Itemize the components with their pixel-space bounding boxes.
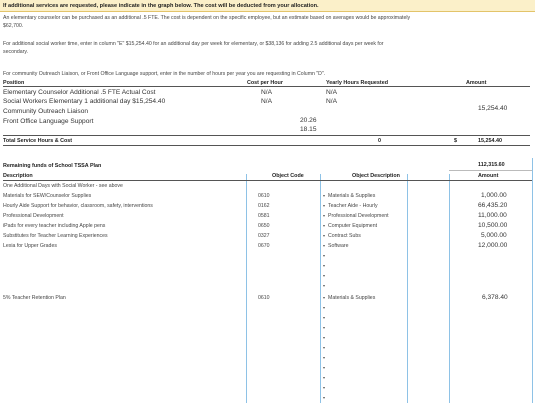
chevron-down-icon[interactable] (323, 317, 325, 319)
counselor-instructions-line1: An elementary counselor can be purchased… (3, 15, 411, 21)
total-top-border (3, 135, 530, 136)
service-hours[interactable]: N/A (326, 98, 337, 105)
plan-row-object-description[interactable]: Teacher Aide - Hourly (328, 203, 378, 209)
plan-table: Remaining funds of School TSSA Plan 112,… (0, 158, 535, 403)
chevron-down-icon[interactable] (323, 357, 325, 359)
service-cost: N/A (261, 98, 272, 105)
service-hours[interactable]: N/A (326, 89, 337, 96)
services-header-underline (3, 86, 530, 87)
hours-column-header: Yearly Hours Requested (326, 80, 389, 86)
service-position: Front Office Language Support (3, 118, 94, 125)
chevron-down-icon[interactable] (323, 225, 325, 227)
chevron-down-icon[interactable] (323, 255, 325, 257)
grid-line (449, 174, 450, 403)
chevron-down-icon[interactable] (323, 235, 325, 237)
service-cost: 18.15 (300, 126, 317, 133)
retention-description[interactable]: 5% Teacher Retention Plan (3, 295, 66, 301)
plan-row-description[interactable]: Substitutes for Teacher Learning Experie… (3, 233, 108, 239)
plan-row-amount[interactable]: 1,000.00 (481, 192, 507, 199)
social-worker-note: One Additional Days with Social Worker -… (3, 183, 123, 189)
plan-row-amount[interactable]: 66,435.20 (478, 202, 507, 209)
grid-line (532, 158, 533, 403)
liaison-instructions: For community Outreach Liaison, or Front… (3, 71, 326, 77)
plan-row-object-code[interactable]: 0650 (258, 223, 270, 229)
chevron-down-icon[interactable] (323, 205, 325, 207)
total-label: Total Service Hours & Cost (3, 138, 73, 144)
position-column-header: Position (3, 80, 25, 86)
description-column-header: Description (3, 173, 33, 179)
plan-row-description[interactable]: iPads for every teacher including Apple … (3, 223, 105, 229)
plan-row-object-code[interactable]: 0610 (258, 193, 270, 199)
chevron-down-icon[interactable] (323, 195, 325, 197)
services-table: Position Cost per Hour Yearly Hours Requ… (0, 80, 535, 150)
service-position: Community Outreach Liaison (3, 108, 89, 115)
total-hours: 0 (378, 138, 381, 144)
plan-row-object-description[interactable]: Software (328, 243, 348, 249)
plan-row-object-description[interactable]: Materials & Supplies (328, 193, 375, 199)
chevron-down-icon[interactable] (323, 297, 325, 299)
chevron-down-icon[interactable] (323, 265, 325, 267)
plan-row-object-code[interactable]: 0581 (258, 213, 270, 219)
service-cost: N/A (261, 89, 272, 96)
retention-object-description[interactable]: Materials & Supplies (328, 295, 375, 301)
notice-banner: If additional services are requested, pl… (0, 0, 535, 12)
plan-header-underline (3, 180, 532, 181)
plan-row-description[interactable]: Professional Development (3, 213, 64, 219)
retention-object-code[interactable]: 0610 (258, 295, 270, 301)
plan-row-description[interactable]: Lexia for Upper Grades (3, 243, 57, 249)
amount-column-header: Amount (478, 173, 499, 179)
social-worker-instructions: For additional social worker time, enter… (3, 41, 530, 56)
chevron-down-icon[interactable] (323, 337, 325, 339)
chevron-down-icon[interactable] (323, 307, 325, 309)
grid-line (407, 174, 408, 403)
counselor-instructions-line2: $62,700. (3, 22, 24, 29)
chevron-down-icon[interactable] (323, 397, 325, 399)
service-position: Social Workers Elementary 1 additional d… (3, 98, 166, 105)
service-position: Elementary Counselor Additional .5 FTE A… (3, 89, 156, 96)
social-worker-instructions-line1: For additional social worker time, enter… (3, 41, 384, 47)
plan-row-amount[interactable]: 11,000.00 (478, 212, 507, 219)
plan-row-object-description[interactable]: Computer Equipment (328, 223, 377, 229)
retention-amount[interactable]: 6,378.40 (482, 294, 508, 301)
plan-row-amount[interactable]: 10,500.00 (478, 222, 507, 229)
plan-row-amount[interactable]: 12,000.00 (478, 242, 507, 249)
plan-row-object-code[interactable]: 0670 (258, 243, 270, 249)
object-code-column-header: Object Code (272, 173, 304, 179)
counselor-instructions: An elementary counselor can be purchased… (3, 15, 530, 30)
plan-row-amount[interactable]: 5,000.00 (481, 232, 507, 239)
service-amount[interactable]: 15,254.40 (478, 105, 507, 112)
chevron-down-icon[interactable] (323, 387, 325, 389)
social-worker-instructions-line2: secondary. (3, 48, 28, 55)
amount-column-header: Amount (466, 80, 487, 86)
cost-column-header: Cost per Hour (247, 80, 283, 86)
total-bottom-border (3, 145, 530, 146)
plan-row-description[interactable]: Materials for SEW/Counselor Supplies (3, 193, 91, 199)
remaining-funds-underline (449, 170, 532, 171)
plan-row-object-description[interactable]: Professional Development (328, 213, 389, 219)
service-cost: 20.26 (300, 117, 317, 124)
grid-line (246, 174, 247, 403)
chevron-down-icon[interactable] (323, 245, 325, 247)
total-currency: $ (454, 138, 457, 144)
chevron-down-icon[interactable] (323, 275, 325, 277)
plan-row-object-description[interactable]: Contract Subs (328, 233, 361, 239)
chevron-down-icon[interactable] (323, 285, 325, 287)
remaining-funds-value: 112,315.60 (478, 162, 505, 168)
remaining-funds-label: Remaining funds of School TSSA Plan (3, 163, 102, 169)
total-amount: 15,254.40 (478, 138, 502, 144)
plan-row-object-code[interactable]: 0327 (258, 233, 270, 239)
grid-line (320, 174, 321, 403)
object-description-column-header: Object Description (352, 173, 400, 179)
plan-row-object-code[interactable]: 0162 (258, 203, 270, 209)
chevron-down-icon[interactable] (323, 367, 325, 369)
plan-row-description[interactable]: Hourly Aide Support for behavior, classr… (3, 203, 153, 209)
chevron-down-icon[interactable] (323, 377, 325, 379)
chevron-down-icon[interactable] (323, 327, 325, 329)
chevron-down-icon[interactable] (323, 215, 325, 217)
chevron-down-icon[interactable] (323, 347, 325, 349)
